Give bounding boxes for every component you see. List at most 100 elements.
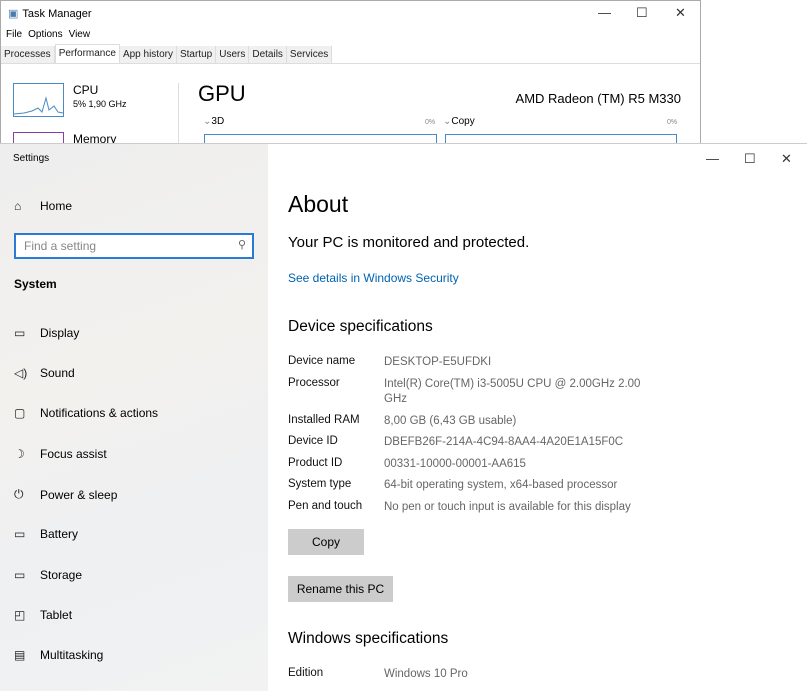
spec-value: Windows 10 Pro <box>384 668 468 680</box>
nav-label: Display <box>40 326 80 340</box>
nav-label: Focus assist <box>40 447 107 461</box>
spec-value: Intel(R) Core(TM) i3-5005U CPU @ 2.00GHz… <box>384 378 641 405</box>
power-icon: ⏻ <box>14 487 24 501</box>
multitasking-icon: ▤ <box>14 648 26 662</box>
spec-row: Processor Intel(R) Core(TM) i3-5005U CPU … <box>288 377 646 407</box>
spec-row: Product ID 00331-10000-00001-AA615 <box>288 457 654 472</box>
tab-services[interactable]: Services <box>286 46 333 63</box>
spec-row: Pen and touch No pen or touch input is av… <box>288 500 684 515</box>
menu-bar: File Options View <box>6 29 90 40</box>
spec-label: Edition <box>288 667 324 679</box>
nav-label: Tablet <box>40 608 73 622</box>
nav-label: Sound <box>40 366 75 380</box>
menu-options[interactable]: Options <box>28 29 62 40</box>
section-heading: System <box>14 277 57 291</box>
spec-row: System type 64-bit operating system, x64-… <box>288 478 654 493</box>
spec-row: Installed RAM 8,00 GB (6,43 GB usable) <box>288 414 654 429</box>
spec-value: No pen or touch input is available for t… <box>384 501 631 513</box>
maximize-button[interactable]: ☐ <box>744 151 756 167</box>
nav-label: Home <box>40 199 73 213</box>
task-manager-window: ▣ Task Manager — ☐ ✕ File Options View Pr… <box>0 0 701 150</box>
nav-label: Power & sleep <box>40 487 118 502</box>
task-manager-icon: ▣ <box>8 8 19 20</box>
device-specs-heading: Device specifications <box>288 318 433 335</box>
spec-label: Pen and touch <box>288 500 363 512</box>
tab-performance[interactable]: Performance <box>54 44 120 63</box>
protection-status: Your PC is monitored and protected. <box>288 234 530 251</box>
nav-focus-assist[interactable]: ☽ Focus assist <box>14 447 107 461</box>
tablet-icon: ◰ <box>14 608 26 622</box>
maximize-button[interactable]: ☐ <box>636 5 648 21</box>
minimize-button[interactable]: — <box>598 5 611 20</box>
graph-3d-label[interactable]: ⌄3D <box>203 116 224 127</box>
spec-value: DESKTOP-E5UFDKI <box>384 356 492 368</box>
nav-label: Storage <box>40 568 83 582</box>
spec-value: 8,00 GB (6,43 GB usable) <box>384 415 517 427</box>
nav-sound[interactable]: ◁) Sound <box>14 366 75 380</box>
nav-storage[interactable]: ▭ Storage <box>14 568 82 582</box>
search-placeholder: Find a setting <box>24 239 97 253</box>
spec-label: Product ID <box>288 457 343 469</box>
home-icon: ⌂ <box>14 199 22 213</box>
notification-icon: ▢ <box>14 406 26 420</box>
nav-tablet[interactable]: ◰ Tablet <box>14 608 72 622</box>
spec-row: Edition Windows 10 Pro <box>288 667 654 682</box>
nav-label: Multitasking <box>40 648 104 662</box>
spec-value: DBEFB26F-214A-4C94-8AA4-4A20E1A15F0C <box>384 436 624 448</box>
nav-notifications[interactable]: ▢ Notifications & actions <box>14 406 158 420</box>
nav-label: Battery <box>40 527 79 541</box>
gpu-title: GPU <box>198 81 246 106</box>
cpu-value: 5% 1,90 GHz <box>73 99 127 109</box>
cpu-graph-thumbnail[interactable] <box>13 83 64 117</box>
nav-label: Notifications & actions <box>40 406 159 420</box>
speaker-icon: ◁) <box>14 366 28 380</box>
windows-specs-heading: Windows specifications <box>288 630 449 647</box>
search-input[interactable]: Find a setting ⚲ <box>14 233 254 259</box>
storage-icon: ▭ <box>14 568 26 582</box>
window-title: Task Manager <box>22 7 92 20</box>
gpu-name: AMD Radeon (TM) R5 M330 <box>515 91 681 106</box>
settings-sidebar: Settings ⌂ Home Find a setting ⚲ System ▭ D… <box>0 144 268 691</box>
monitor-icon: ▭ <box>14 326 26 340</box>
tab-bar: Processes Performance App history Startu… <box>1 44 700 64</box>
spec-value: 64-bit operating system, x64-based proce… <box>384 479 618 491</box>
nav-display[interactable]: ▭ Display <box>14 326 79 340</box>
close-button[interactable]: ✕ <box>675 5 686 21</box>
graph-copy-value: 0% <box>667 119 678 126</box>
divider <box>178 83 179 149</box>
tab-startup[interactable]: Startup <box>176 46 217 63</box>
tab-processes[interactable]: Processes <box>1 46 55 63</box>
spec-row: Device name DESKTOP-E5UFDKI <box>288 355 654 370</box>
security-link[interactable]: See details in Windows Security <box>288 271 459 285</box>
spec-label: Device name <box>288 355 356 367</box>
moon-icon: ☽ <box>14 447 25 461</box>
nav-battery[interactable]: ▭ Battery <box>14 527 78 541</box>
spec-label: Installed RAM <box>288 414 360 426</box>
window-title: Settings <box>13 153 50 164</box>
search-icon: ⚲ <box>237 239 246 251</box>
menu-file[interactable]: File <box>6 29 22 40</box>
tab-details[interactable]: Details <box>249 46 287 63</box>
battery-icon: ▭ <box>14 527 26 541</box>
spec-row: Device ID DBEFB26F-214A-4C94-8AA4-4A20E1A… <box>288 435 654 450</box>
minimize-button[interactable]: — <box>706 151 719 166</box>
close-button[interactable]: ✕ <box>781 151 792 167</box>
page-title: About <box>288 191 349 217</box>
tab-users[interactable]: Users <box>216 46 250 63</box>
nav-home[interactable]: ⌂ Home <box>14 199 72 213</box>
spec-value: 00331-10000-00001-AA615 <box>384 458 526 470</box>
task-manager-titlebar: ▣ Task Manager <box>8 7 92 21</box>
copy-button[interactable]: Copy <box>288 529 364 555</box>
rename-pc-button[interactable]: Rename this PC <box>288 576 393 602</box>
nav-multitasking[interactable]: ▤ Multitasking <box>14 648 103 662</box>
spec-label: System type <box>288 478 352 490</box>
nav-power-sleep[interactable]: ⏻ Power & sleep <box>14 487 117 502</box>
spec-label: Processor <box>288 377 340 389</box>
graph-copy-label[interactable]: ⌄Copy <box>443 116 475 127</box>
tab-app-history[interactable]: App history <box>119 46 177 63</box>
settings-window: Settings ⌂ Home Find a setting ⚲ System ▭ D… <box>0 143 807 691</box>
cpu-label[interactable]: CPU <box>73 83 98 97</box>
graph-3d-value: 0% <box>425 119 436 126</box>
spec-label: Device ID <box>288 435 338 447</box>
menu-view[interactable]: View <box>69 29 91 40</box>
